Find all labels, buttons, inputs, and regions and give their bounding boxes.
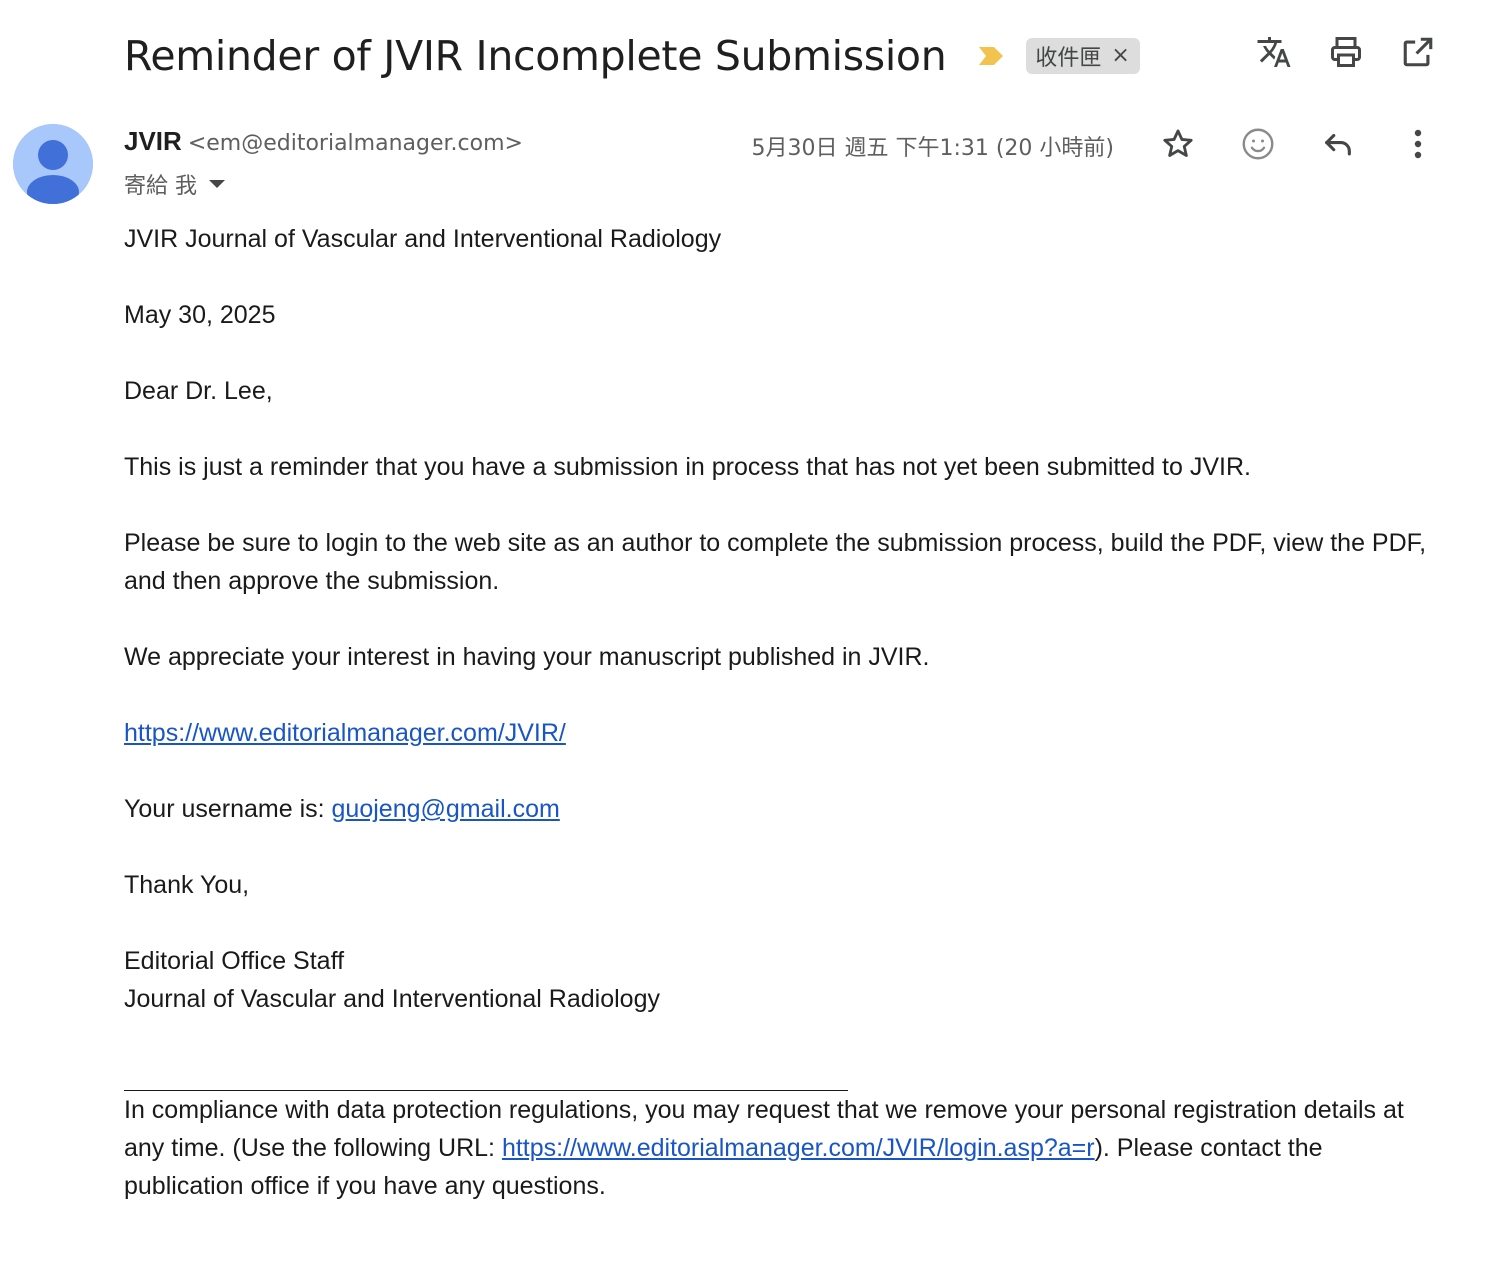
- message-date: 5月30日 週五 下午1:31 (20 小時前): [751, 136, 1114, 161]
- signature-line-2: Journal of Vascular and Interventional R…: [124, 985, 660, 1013]
- inbox-label-chip[interactable]: 收件匣 ×: [1026, 38, 1140, 74]
- username-label: Your username is:: [124, 795, 332, 823]
- signature-divider: [124, 1070, 848, 1091]
- more-vert-icon[interactable]: [1400, 124, 1436, 164]
- remove-label-button[interactable]: ×: [1111, 45, 1129, 67]
- paragraph-instructions: Please be sure to login to the web site …: [124, 529, 1427, 595]
- paragraph-reminder: This is just a reminder that you have a …: [124, 453, 1251, 481]
- star-icon[interactable]: [1160, 124, 1196, 164]
- username-paragraph: Your username is: guojeng@gmail.com: [124, 790, 1434, 828]
- sender-avatar[interactable]: [13, 124, 93, 204]
- translate-icon[interactable]: [1256, 34, 1292, 70]
- journal-line: JVIR Journal of Vascular and Interventio…: [124, 225, 722, 253]
- signature-line-1: Editorial Office Staff: [124, 947, 345, 975]
- site-link-paragraph: https://www.editorialmanager.com/JVIR/: [124, 714, 1434, 752]
- message-actions: [1160, 124, 1436, 164]
- recipient-text: 寄給 我: [124, 174, 197, 199]
- sender-email: <em@editorialmanager.com>: [187, 131, 523, 156]
- compliance-footer: In compliance with data protection regul…: [124, 1091, 1434, 1205]
- recipient-details-toggle[interactable]: 寄給 我: [124, 168, 225, 200]
- emoji-reaction-icon[interactable]: [1240, 124, 1276, 164]
- paragraph-appreciation: We appreciate your interest in having yo…: [124, 643, 930, 671]
- remove-registration-link[interactable]: https://www.editorialmanager.com/JVIR/lo…: [502, 1134, 1095, 1162]
- letter-date: May 30, 2025: [124, 301, 276, 329]
- message-body: JVIR Journal of Vascular and Interventio…: [124, 220, 1434, 1205]
- username-email-link[interactable]: guojeng@gmail.com: [332, 795, 560, 823]
- email-subject: Reminder of JVIR Incomplete Submission: [124, 32, 947, 80]
- inbox-label-text: 收件匣: [1035, 46, 1102, 71]
- chevron-down-icon[interactable]: [209, 180, 225, 188]
- editorial-manager-link[interactable]: https://www.editorialmanager.com/JVIR/: [124, 719, 566, 747]
- sender-name[interactable]: JVIR: [124, 126, 182, 156]
- sender-line: JVIR <em@editorialmanager.com>: [124, 126, 523, 157]
- importance-marker-icon[interactable]: [978, 45, 1004, 67]
- greeting: Dear Dr. Lee,: [124, 377, 273, 405]
- thanks-line: Thank You,: [124, 871, 250, 899]
- thread-actions: [1256, 34, 1436, 70]
- open-in-new-window-icon[interactable]: [1400, 34, 1436, 70]
- subject-row: Reminder of JVIR Incomplete Submission 收…: [124, 26, 1434, 86]
- print-icon[interactable]: [1328, 34, 1364, 70]
- reply-icon[interactable]: [1320, 124, 1356, 164]
